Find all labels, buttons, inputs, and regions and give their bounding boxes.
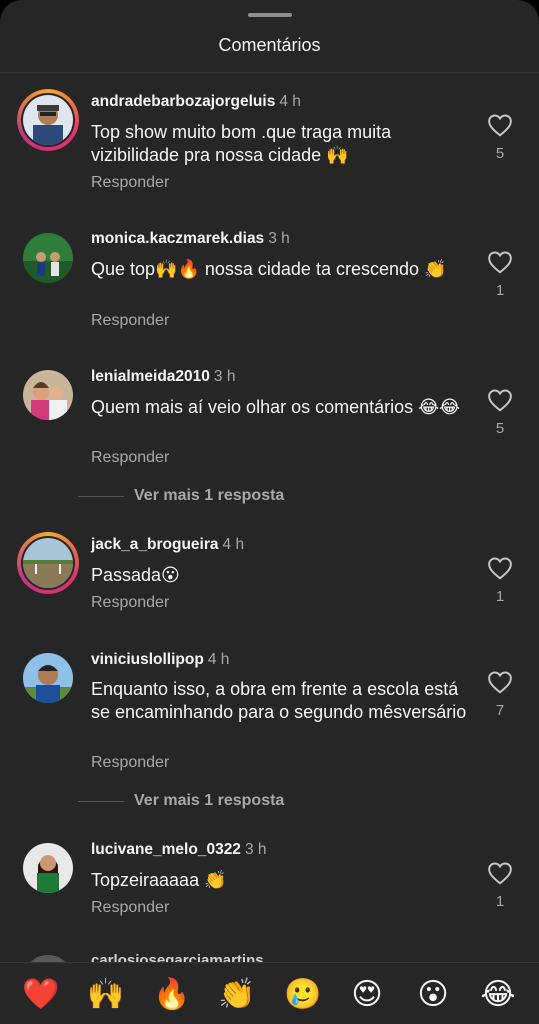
surprised-emoji[interactable]: 😮	[415, 977, 451, 1013]
comment-username[interactable]: jack_a_brogueira	[91, 536, 219, 553]
reply-button[interactable]: Responder	[91, 449, 169, 467]
drag-handle[interactable]	[248, 13, 292, 17]
reply-button[interactable]: Responder	[91, 754, 169, 772]
heart-outline-icon	[488, 251, 512, 274]
like-count: 1	[495, 282, 505, 299]
comment-text: Quem mais aí veio olhar os comentários 😂…	[91, 397, 461, 417]
comment-time: 3 h	[244, 841, 267, 858]
heart-outline-icon	[488, 557, 512, 580]
view-replies-label: Ver mais 1 resposta	[134, 792, 285, 809]
comment-text: Topzeiraaaaa 👏	[91, 870, 227, 890]
comment-username[interactable]: andradebarbozajorgeluis	[91, 93, 275, 110]
like-button[interactable]: 5	[486, 113, 514, 162]
like-count: 1	[495, 588, 505, 605]
like-button[interactable]: 5	[486, 388, 514, 437]
header-divider	[0, 72, 539, 73]
reply-button[interactable]: Responder	[91, 899, 169, 917]
comment-time: 4 h	[207, 651, 230, 668]
comment-username[interactable]: viniciuslollipop	[91, 651, 204, 668]
heart-outline-icon	[488, 862, 512, 885]
heart-outline-icon	[488, 114, 512, 137]
like-button[interactable]: 1	[486, 861, 514, 910]
comment-time: 4 h	[222, 536, 245, 553]
view-replies-button[interactable]: Ver mais 1 resposta	[78, 486, 398, 506]
reply-button[interactable]: Responder	[91, 312, 169, 330]
smiling-tear-emoji[interactable]: 🥲	[284, 977, 321, 1013]
like-count: 5	[495, 420, 505, 437]
like-count: 7	[495, 702, 505, 719]
laughing-emoji[interactable]: 😂	[480, 977, 516, 1013]
avatar[interactable]	[17, 532, 79, 594]
fire-emoji[interactable]: 🔥	[153, 977, 190, 1013]
like-button[interactable]: 1	[486, 250, 514, 299]
comment-username[interactable]: monica.kaczmarek.dias	[91, 230, 264, 247]
comment-time: 4 h	[279, 93, 301, 110]
comment-time: 3 h	[268, 230, 290, 247]
comment-text: Enquanto isso, a obra em frente a escola…	[91, 679, 467, 722]
reply-button[interactable]: Responder	[91, 174, 169, 192]
like-button[interactable]: 7	[486, 670, 514, 719]
avatar[interactable]	[17, 364, 79, 426]
replies-divider-line	[78, 800, 124, 802]
comments-sheet: Comentários andradebarbozajorgeluis 4 h T…	[0, 0, 539, 1024]
comment-username[interactable]: lenialmeida2010	[91, 368, 210, 385]
replies-divider-line	[78, 495, 124, 497]
avatar[interactable]	[17, 227, 79, 289]
avatar[interactable]	[17, 89, 79, 151]
like-count: 5	[495, 145, 505, 162]
heart-emoji[interactable]: ❤️	[22, 977, 59, 1013]
heart-outline-icon	[488, 389, 512, 412]
view-replies-button[interactable]: Ver mais 1 resposta	[78, 791, 398, 811]
comment-text: Que top🙌🔥 nossa cidade ta crescendo 👏	[91, 259, 447, 279]
comment-time: 3 h	[213, 368, 236, 385]
view-replies-label: Ver mais 1 resposta	[134, 487, 285, 504]
heart-outline-icon	[488, 671, 512, 694]
sheet-title: Comentários	[218, 35, 321, 55]
like-button[interactable]: 1	[486, 556, 514, 605]
avatar[interactable]	[17, 647, 79, 709]
heart-eyes-emoji[interactable]: 😍	[349, 977, 385, 1013]
comment-text: Top show muito bom .que traga muita vizi…	[91, 122, 392, 165]
like-count: 1	[495, 893, 505, 910]
raising-hands-emoji[interactable]: 🙌	[87, 977, 124, 1013]
comment-text: Passada😮	[91, 565, 180, 585]
clapping-hands-emoji[interactable]: 👏	[218, 977, 255, 1013]
emoji-reaction-bar: ❤️ 🙌 🔥 👏 🥲 😍 😮 😂	[0, 962, 539, 1024]
comment-username[interactable]: lucivane_melo_0322	[91, 841, 241, 858]
avatar[interactable]	[17, 837, 79, 899]
reply-button[interactable]: Responder	[91, 594, 169, 612]
